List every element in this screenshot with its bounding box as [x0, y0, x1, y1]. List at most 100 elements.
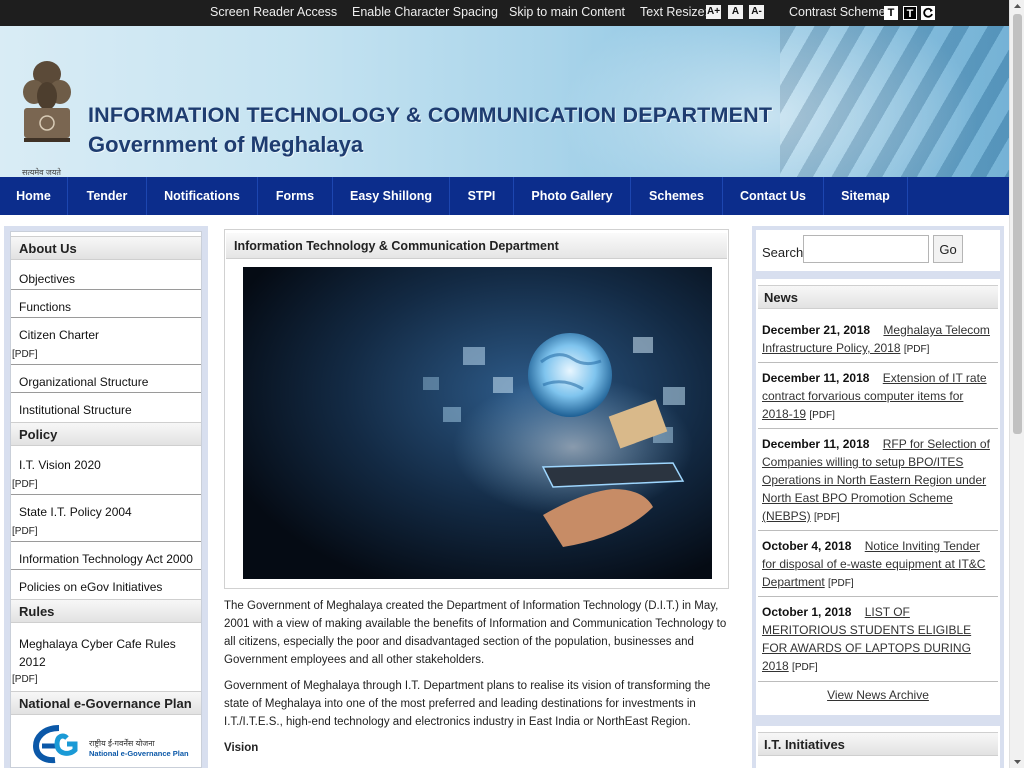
vision-heading: Vision — [224, 742, 259, 754]
contrast-light-button[interactable]: T — [884, 6, 898, 20]
department-title: INFORMATION TECHNOLOGY & COMMUNICATION D… — [88, 103, 773, 127]
scroll-down-icon[interactable] — [1010, 756, 1024, 768]
text-resize-label: Text Resize: — [640, 5, 709, 19]
egov-logo-icon — [33, 725, 78, 764]
news-title: News — [764, 290, 798, 305]
nav-tender[interactable]: Tender — [68, 177, 147, 215]
negp-title: National e-Governance Plan — [19, 696, 192, 711]
policy-header: Policy — [11, 422, 201, 446]
contrast-label: Contrast Scheme: — [789, 5, 890, 19]
divider — [11, 364, 201, 365]
divider — [758, 681, 998, 682]
divider — [11, 569, 201, 570]
text-decrease-button[interactable]: A- — [749, 5, 764, 19]
divider — [758, 596, 998, 597]
pdf-tag: [PDF] — [809, 410, 835, 421]
sidebar-item-objectives[interactable]: Objectives — [19, 272, 75, 286]
divider — [11, 494, 201, 495]
skip-to-content-link[interactable]: Skip to main Content — [509, 5, 625, 19]
negp-logo-hindi: राष्ट्रीय ई-गवर्नेंस योजना — [89, 739, 155, 748]
scrollbar-thumb[interactable] — [1013, 14, 1022, 434]
news-panel: News December 21, 2018 Meghalaya Telecom… — [756, 279, 1000, 715]
nav-photo-gallery[interactable]: Photo Gallery — [514, 177, 631, 215]
divider — [758, 530, 998, 531]
right-sidebar: Search Go News December 21, 2018 Meghala… — [752, 226, 1004, 768]
pdf-tag: [PDF] — [828, 578, 854, 589]
intro-paragraph-1: The Government of Meghalaya created the … — [224, 600, 727, 666]
about-us-title: About Us — [19, 241, 77, 256]
sidebar-item-state-it-policy[interactable]: State I.T. Policy 2004 — [19, 505, 132, 519]
sidebar-item-cyber-cafe-rules[interactable]: Meghalaya Cyber Cafe Rules 2012 — [19, 635, 189, 671]
news-header: News — [758, 285, 998, 309]
page-scrollbar[interactable] — [1009, 0, 1024, 768]
sidebar-item-it-vision-2020[interactable]: I.T. Vision 2020 — [19, 458, 101, 472]
negp-logo-english: National e-Governance Plan — [89, 749, 189, 758]
it-initiatives-panel: I.T. Initiatives — [756, 726, 1000, 768]
search-go-button[interactable]: Go — [933, 235, 963, 263]
scroll-up-icon[interactable] — [1010, 0, 1024, 12]
news-date: December 11, 2018 — [762, 371, 870, 385]
pdf-tag: [PDF] — [792, 662, 818, 673]
screen-reader-link[interactable]: Screen Reader Access — [210, 5, 337, 19]
sidebar-item-institutional-structure[interactable]: Institutional Structure — [19, 403, 132, 417]
pdf-tag: [PDF] — [12, 479, 38, 490]
globe-technology-illustration — [423, 333, 693, 547]
news-date: December 11, 2018 — [762, 437, 870, 451]
divider — [758, 362, 998, 363]
news-item: December 11, 2018 Extension of IT rate c… — [762, 369, 994, 425]
contrast-reset-icon[interactable] — [921, 6, 935, 20]
government-title: Government of Meghalaya — [88, 132, 364, 157]
character-spacing-link[interactable]: Enable Character Spacing — [352, 5, 498, 19]
nav-schemes[interactable]: Schemes — [631, 177, 723, 215]
news-item: October 1, 2018 LIST OF MERITORIOUS STUD… — [762, 603, 994, 677]
pdf-tag: [PDF] — [814, 512, 840, 523]
left-sidebar: About Us Objectives Functions Citizen Ch… — [4, 226, 208, 768]
news-date: October 1, 2018 — [762, 605, 852, 619]
pdf-tag: [PDF] — [12, 674, 38, 685]
negp-header: National e-Governance Plan — [11, 691, 201, 715]
divider — [11, 392, 201, 393]
sidebar-item-citizen-charter[interactable]: Citizen Charter — [19, 328, 99, 342]
main-navigation: Home Tender Notifications Forms Easy Shi… — [0, 177, 1009, 215]
nav-contact-us[interactable]: Contact Us — [723, 177, 824, 215]
sidebar-item-organizational-structure[interactable]: Organizational Structure — [19, 375, 148, 389]
text-increase-button[interactable]: A+ — [706, 5, 721, 19]
news-date: December 21, 2018 — [762, 323, 871, 337]
hero-image — [243, 267, 712, 579]
nav-easy-shillong[interactable]: Easy Shillong — [333, 177, 450, 215]
nav-forms[interactable]: Forms — [258, 177, 333, 215]
divider — [11, 541, 201, 542]
negp-logo[interactable]: राष्ट्रीय ई-गवर्नेंस योजना National e-Go… — [33, 724, 189, 764]
pdf-tag: [PDF] — [12, 349, 38, 360]
intro-title: Information Technology & Communication D… — [234, 239, 559, 253]
nav-sitemap[interactable]: Sitemap — [824, 177, 908, 215]
intro-panel: Information Technology & Communication D… — [224, 229, 729, 589]
news-date: October 4, 2018 — [762, 539, 852, 553]
search-panel: Search Go — [756, 230, 1000, 271]
rules-header: Rules — [11, 599, 201, 623]
about-us-header: About Us — [11, 236, 201, 260]
nav-stpi[interactable]: STPI — [450, 177, 514, 215]
nav-home[interactable]: Home — [0, 177, 68, 215]
it-initiatives-header: I.T. Initiatives — [758, 732, 998, 756]
pdf-tag: [PDF] — [12, 526, 38, 537]
sidebar-menu: About Us Objectives Functions Citizen Ch… — [10, 231, 202, 768]
view-news-archive-link[interactable]: View News Archive — [756, 688, 1000, 702]
news-item: December 21, 2018 Meghalaya Telecom Infr… — [762, 321, 994, 359]
divider — [758, 428, 998, 429]
news-item: October 4, 2018 Notice Inviting Tender f… — [762, 537, 994, 593]
national-emblem-icon — [23, 61, 71, 142]
header-banner: सत्यमेव जयते INFORMATION TECHNOLOGY & CO… — [0, 26, 1009, 177]
sidebar-item-it-act-2000[interactable]: Information Technology Act 2000 — [19, 552, 193, 566]
text-normal-button[interactable]: A — [728, 5, 743, 19]
sidebar-item-functions[interactable]: Functions — [19, 300, 71, 314]
contrast-dark-button[interactable]: T — [903, 6, 917, 20]
divider — [11, 317, 201, 318]
search-input[interactable] — [803, 235, 929, 263]
sidebar-item-egov-policies[interactable]: Policies on eGov Initiatives — [19, 580, 162, 594]
rules-title: Rules — [19, 604, 55, 619]
nav-notifications[interactable]: Notifications — [147, 177, 258, 215]
it-initiatives-title: I.T. Initiatives — [764, 737, 845, 752]
pdf-tag: [PDF] — [903, 344, 930, 355]
intro-paragraph-2: Government of Meghalaya through I.T. Dep… — [224, 680, 711, 728]
